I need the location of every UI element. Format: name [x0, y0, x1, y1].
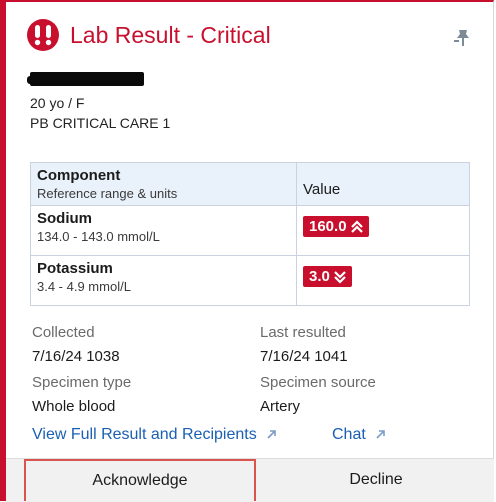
critical-alert-icon — [27, 19, 59, 51]
chat-label: Chat — [332, 426, 366, 443]
acknowledge-button[interactable]: Acknowledge — [24, 459, 256, 501]
component-header: Component Reference range & units — [30, 162, 297, 206]
component-header-sublabel: Reference range & units — [37, 186, 178, 201]
last-resulted-value: 7/16/24 1041 — [260, 348, 348, 365]
last-resulted-label: Last resulted — [260, 324, 346, 341]
result-value: 3.0 — [309, 268, 330, 285]
card-header: Lab Result - Critical — [26, 18, 271, 52]
double-chevron-down-icon — [334, 270, 346, 284]
component-name: Sodium — [37, 210, 92, 227]
value-cell: 160.0 — [296, 205, 470, 256]
pin-icon[interactable] — [452, 28, 474, 48]
lab-results-table: Component Reference range & units Value … — [30, 162, 470, 306]
patient-age-sex: 20 yo / F — [30, 95, 85, 111]
external-link-icon — [267, 430, 276, 439]
chat-link[interactable]: Chat — [332, 426, 386, 444]
critical-value-badge: 3.0 — [303, 266, 352, 287]
external-link-icon — [376, 430, 385, 439]
table-row: Sodium 134.0 - 143.0 mmol/L 160.0 — [30, 205, 470, 256]
specimen-type-label: Specimen type — [32, 374, 132, 391]
specimen-type-value: Whole blood — [32, 398, 116, 415]
decline-button[interactable]: Decline — [266, 459, 486, 501]
component-header-label: Component — [37, 167, 121, 184]
result-value: 160.0 — [309, 218, 347, 235]
critical-value-badge: 160.0 — [303, 216, 369, 237]
component-range: 3.4 - 4.9 mmol/L — [37, 279, 131, 294]
table-header-row: Component Reference range & units Value — [30, 162, 470, 206]
component-cell: Potassium 3.4 - 4.9 mmol/L — [30, 255, 297, 306]
specimen-source-label: Specimen source — [260, 374, 376, 391]
table-row: Potassium 3.4 - 4.9 mmol/L 3.0 — [30, 255, 470, 306]
double-chevron-up-icon — [350, 219, 363, 233]
view-full-result-link[interactable]: View Full Result and Recipients — [32, 426, 277, 444]
view-full-result-label: View Full Result and Recipients — [32, 426, 257, 443]
critical-accent-bar — [0, 0, 6, 501]
patient-department: PB CRITICAL CARE 1 — [30, 115, 171, 131]
component-range: 134.0 - 143.0 mmol/L — [37, 229, 160, 244]
redacted-patient-name — [27, 72, 144, 86]
component-name: Potassium — [37, 260, 113, 277]
collected-value: 7/16/24 1038 — [32, 348, 120, 365]
value-header: Value — [296, 162, 470, 206]
component-cell: Sodium 134.0 - 143.0 mmol/L — [30, 205, 297, 256]
collected-label: Collected — [32, 324, 95, 341]
value-cell: 3.0 — [296, 255, 470, 306]
card-title: Lab Result - Critical — [70, 21, 271, 48]
specimen-source-value: Artery — [260, 398, 301, 415]
